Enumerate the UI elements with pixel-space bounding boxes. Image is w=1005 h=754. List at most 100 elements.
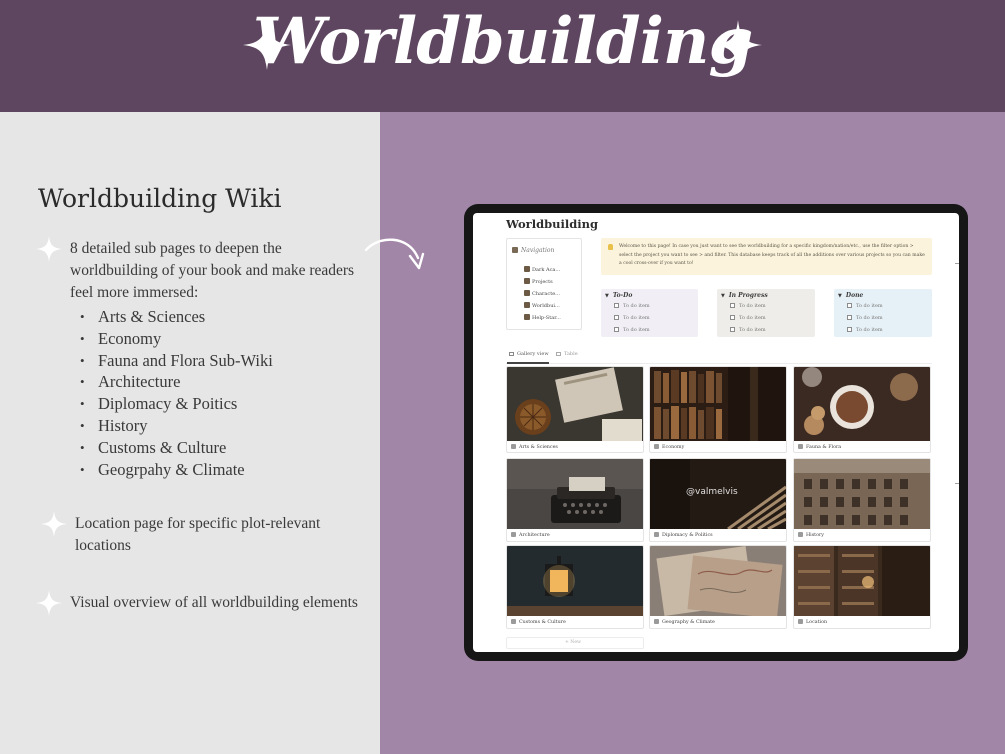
todo-label: To do item [739,327,766,333]
new-label: + New [565,640,581,645]
todo-item[interactable]: To do item [847,315,883,321]
checkbox[interactable] [614,315,619,320]
toggle-icon[interactable]: ▼ [838,293,842,299]
board-done: ▼ Done To do item To do item To do item [834,289,932,337]
todo-item[interactable]: To do item [847,303,883,309]
todo-item[interactable]: To do item [614,303,650,309]
header-banner: Worldbuilding [0,0,1005,112]
board-title-label: Done [845,292,864,299]
nav-item-label: Dark Aca... [532,267,561,273]
feature-overview: Visual overview of all worldbuilding ele… [36,590,360,616]
caption-label: Economy [662,445,685,450]
building-icon [511,532,516,537]
checkbox[interactable] [847,327,852,332]
toggle-icon[interactable]: ▼ [605,293,609,299]
list-item: Geogrpahy & Climate [70,459,370,481]
card-caption: Fauna & Flora [798,444,841,450]
todo-item[interactable]: To do item [614,327,650,333]
sparkle-icon [714,20,762,70]
gallery-card-architecture[interactable]: Architecture [506,458,644,542]
card-cover-image [507,546,643,616]
tabs-divider [506,363,932,364]
card-caption: Geography & Climate [654,619,715,625]
gallery-card-geography-climate[interactable]: Geography & Climate [649,545,787,629]
todo-item[interactable]: To do item [730,303,766,309]
card-cover-image [650,367,786,441]
gallery-card-location[interactable]: Location [793,545,931,629]
board-title-label: To-Do [612,292,633,299]
tab-gallery-view[interactable]: Gallery view [509,351,549,357]
page-icon [524,314,530,320]
mask-icon [511,619,516,624]
nav-item-characters[interactable]: Characte... [524,290,560,297]
todo-item[interactable]: To do item [847,327,883,333]
checkbox[interactable] [614,303,619,308]
checkbox[interactable] [614,327,619,332]
new-card-button[interactable]: + New [506,637,644,649]
card-caption: Customs & Culture [511,619,566,625]
leaf-icon [798,444,803,449]
caption-label: Arts & Sciences [519,445,558,450]
gallery-card-customs-culture[interactable]: Customs & Culture [506,545,644,629]
board-title-label: In Progress [728,292,768,299]
checkbox[interactable] [730,315,735,320]
app-screen: Worldbuilding Navigation Dark Aca... Pro… [473,213,959,652]
caption-label: Location [806,620,828,625]
todo-item[interactable]: To do item [730,315,766,321]
nav-item-projects[interactable]: Projects [524,278,553,285]
gallery-card-history[interactable]: History [793,458,931,542]
tab-table[interactable]: Table [556,351,578,357]
nav-item-label: Characte... [532,291,560,297]
card-caption: Economy [654,444,684,450]
card-cover-image [794,367,930,441]
card-caption: Architecture [511,532,550,538]
todo-label: To do item [623,315,650,321]
sparkle-icon [36,590,62,616]
feature-subpages: 8 detailed sub pages to deepen the world… [36,236,370,480]
tablet-frame: Worldbuilding Navigation Dark Aca... Pro… [464,204,968,661]
table-icon [556,351,561,356]
navigation-title-label: Navigation [521,247,555,254]
feature-text: Location page for specific plot-relevant… [75,515,321,554]
todo-item[interactable]: To do item [614,315,650,321]
list-item: Customs & Culture [70,437,370,459]
tab-label: Gallery view [517,351,549,357]
page-icon [524,266,530,272]
gallery-card-economy[interactable]: Economy [649,366,787,453]
card-caption: Diplomacy & Politics [654,532,713,538]
todo-label: To do item [739,303,766,309]
checkbox[interactable] [847,315,852,320]
caption-label: Diplomacy & Politics [662,533,713,538]
board-todo: ▼ To-Do To do item To do item To do item [601,289,698,337]
board-in-progress: ▼ In Progress To do item To do item To do… [717,289,815,337]
globe-icon [654,619,659,624]
page-icon [524,290,530,296]
card-cover-image [650,546,786,616]
nav-item-worldbuilding[interactable]: Worldbui... [524,302,560,309]
caption-label: Geography & Climate [662,620,715,625]
caption-label: Architecture [519,533,550,538]
checkbox[interactable] [730,327,735,332]
feature-location: Location page for specific plot-relevant… [41,511,375,557]
scroll-marker [955,263,959,264]
gallery-card-arts-sciences[interactable]: Arts & Sciences [506,366,644,453]
checkbox[interactable] [847,303,852,308]
gallery-card-fauna-flora[interactable]: Fauna & Flora [793,366,931,453]
checkbox[interactable] [730,303,735,308]
gallery-card-diplomacy-politics[interactable]: @valmelvis Diplomacy & Politics [649,458,787,542]
board-title: ▼ Done [838,292,863,299]
subpage-list: Arts & Sciences Economy Fauna and Flora … [70,306,370,480]
curved-arrow-icon [364,238,425,270]
section-heading: Worldbuilding Wiki [38,184,282,213]
header-title: Worldbuilding [252,4,753,79]
todo-item[interactable]: To do item [730,327,766,333]
toggle-icon[interactable]: ▼ [721,293,725,299]
feature-text: Visual overview of all worldbuilding ele… [70,594,358,611]
feature-panel: Worldbuilding Wiki 8 detailed sub pages … [0,112,380,754]
nav-item-label: Worldbui... [532,303,560,309]
nav-item-dark-academia[interactable]: Dark Aca... [524,266,560,273]
active-tab-indicator [507,362,549,364]
nav-item-help-start[interactable]: Help-Star... [524,314,561,321]
caption-label: Fauna & Flora [806,445,842,450]
todo-label: To do item [739,315,766,321]
